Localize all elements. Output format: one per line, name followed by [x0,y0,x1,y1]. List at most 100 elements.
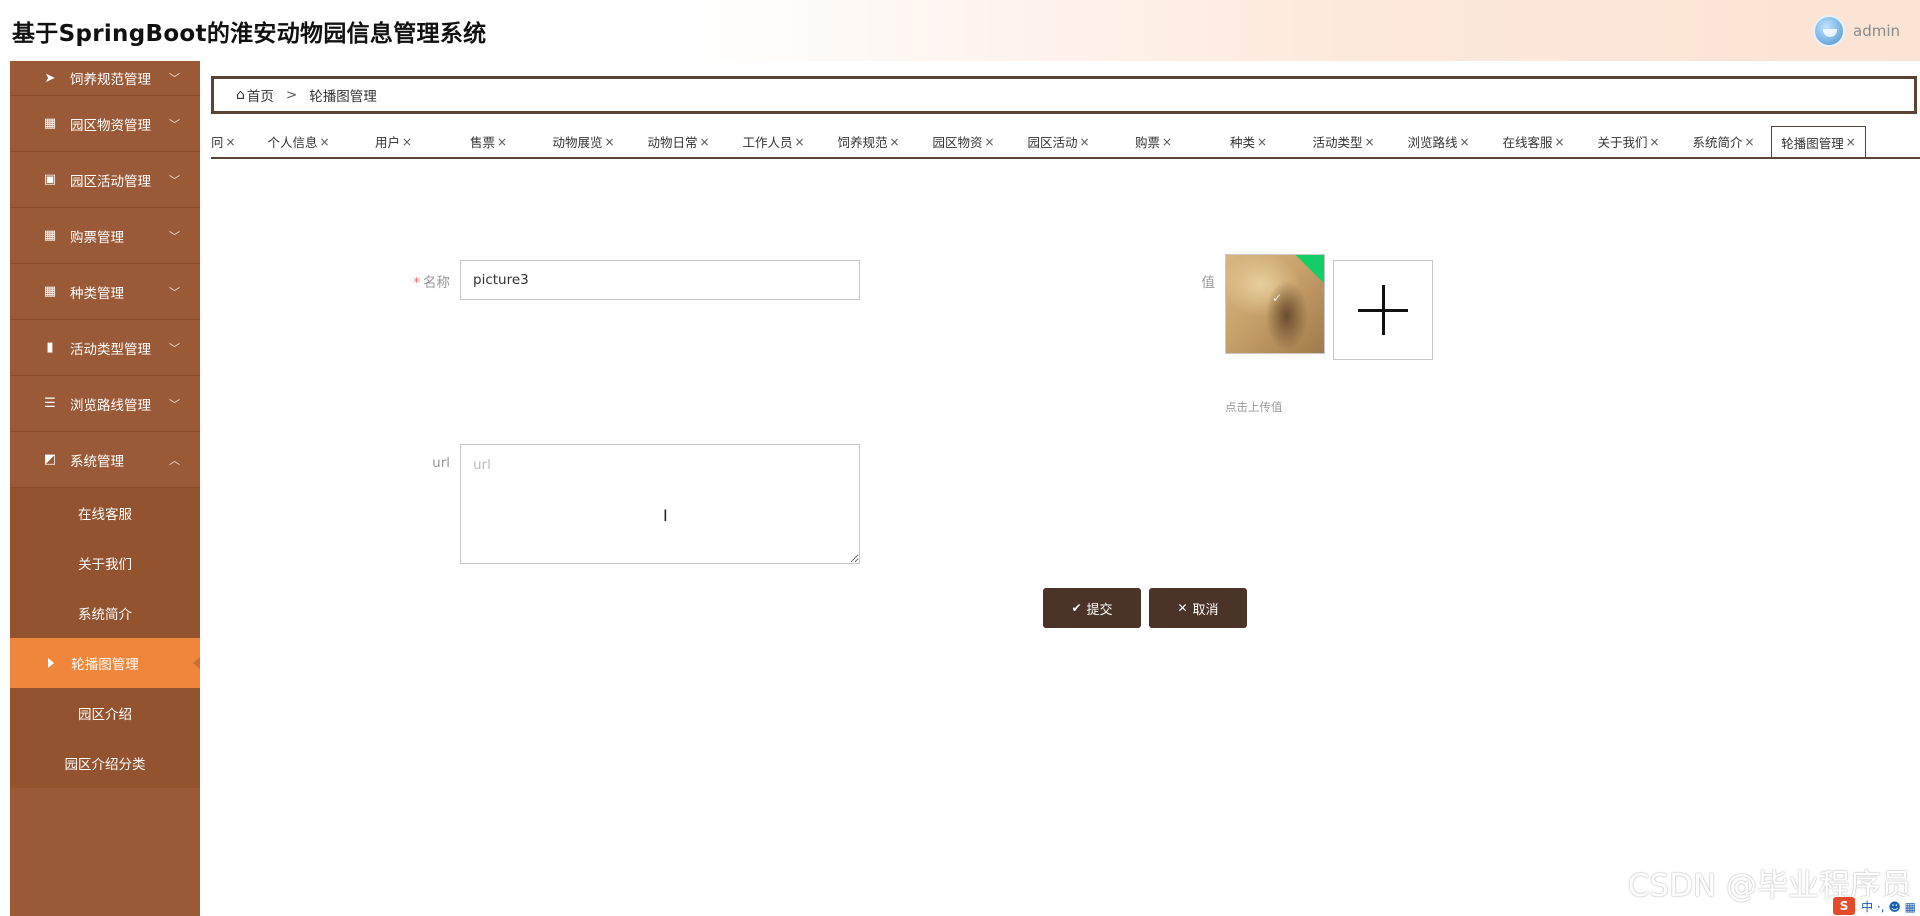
tag-item[interactable]: 园区活动 × [1011,126,1106,157]
sidebar-spacer [10,788,200,906]
tag-item[interactable]: 种类 × [1201,126,1296,157]
tag-item[interactable]: 冋 × [211,126,251,157]
tag-item-active[interactable]: 轮播图管理 × [1771,126,1866,157]
close-icon[interactable]: × [402,135,412,149]
cancel-button-label: 取消 [1192,602,1219,618]
sidebar-subitem-label: 轮播图管理 [71,657,139,673]
close-icon[interactable]: × [699,135,709,149]
sidebar-item-ticket-purchase[interactable]: ▦ 购票管理 ﹀ [10,208,200,264]
plus-icon [1358,285,1408,335]
close-icon[interactable]: × [984,135,994,149]
tag-label: 售票 [469,135,495,150]
close-icon[interactable]: × [1744,135,1754,149]
close-icon[interactable]: × [226,135,236,149]
sidebar: ➤ 饲养规范管理 ﹀ ▦ 园区物资管理 ﹀ ▣ 园区活动管理 ﹀ ▦ 购票管理 … [10,61,200,916]
tag-label: 购票 [1134,135,1160,150]
sidebar-item-park-supplies[interactable]: ▦ 园区物资管理 ﹀ [10,96,200,152]
home-icon[interactable]: ⌂ [236,87,245,103]
ime-logo-icon[interactable]: S [1833,897,1856,915]
sidebar-subitem-online-service[interactable]: 在线客服 [10,488,200,538]
sidebar-subitem-carousel[interactable]: 轮播图管理 [10,638,200,688]
close-icon[interactable]: × [1364,135,1374,149]
tag-item[interactable]: 关于我们 × [1581,126,1676,157]
sidebar-subitem-system-intro[interactable]: 系统简介 [10,588,200,638]
top-header: 基于SpringBoot的淮安动物园信息管理系统 admin [0,0,1920,61]
required-mark: * [413,275,420,291]
tag-item[interactable]: 系统简介 × [1676,126,1771,157]
cancel-button[interactable]: ✕ 取消 [1149,588,1247,628]
sidebar-subitem-park-intro[interactable]: 园区介绍 [10,688,200,738]
close-icon[interactable]: × [1649,135,1659,149]
sidebar-item-label: 园区活动管理 [70,173,151,190]
url-label: url [432,455,450,471]
tag-item[interactable]: 饲养规范 × [821,126,916,157]
tag-item[interactable]: 个人信息 × [251,126,346,157]
breadcrumb-home[interactable]: 首页 [247,85,274,105]
chevron-down-icon: ﹀ [169,117,180,131]
name-input[interactable] [460,260,860,300]
sidebar-item-park-activity[interactable]: ▣ 园区活动管理 ﹀ [10,152,200,208]
uploaded-image-thumbnail[interactable]: ✓ [1225,254,1325,354]
chevron-down-icon: ﹀ [169,397,180,411]
ime-status[interactable]: 中 ·, ☻ ▦ [1861,898,1916,915]
chevron-down-icon: ﹀ [169,229,180,243]
tag-item[interactable]: 在线客服 × [1486,126,1581,157]
tag-item[interactable]: 动物展览 × [536,126,631,157]
sidebar-item-browse-route[interactable]: ☰ 浏览路线管理 ﹀ [10,376,200,432]
tags-bar: 冋 × 个人信息 × 用户 × 售票 × 动物展览 × 动物日常 × 工作人员 × 饲养规范 ×… [211,125,1920,159]
tag-item[interactable]: 活动类型 × [1296,126,1391,157]
tag-label: 个人信息 [267,135,318,150]
close-icon[interactable]: × [1459,135,1469,149]
close-icon[interactable]: × [604,135,614,149]
close-icon[interactable]: × [319,135,329,149]
submit-button[interactable]: ✔ 提交 [1043,588,1141,628]
avatar[interactable] [1813,14,1845,47]
sidebar-item-system[interactable]: ◩ 系统管理 ︿ [10,432,200,488]
tag-label: 在线客服 [1502,135,1553,150]
tag-item[interactable]: 浏览路线 × [1391,126,1486,157]
tag-label: 系统简介 [1692,135,1743,150]
tag-label: 饲养规范 [837,135,888,150]
sidebar-item-label: 浏览路线管理 [70,397,151,414]
ime-toolbar[interactable]: S 中 ·, ☻ ▦ [1833,897,1916,915]
tag-label: 用户 [374,135,400,150]
tag-label: 工作人员 [742,135,793,150]
breadcrumb-current: 轮播图管理 [309,89,377,105]
tag-label: 园区活动 [1027,135,1078,150]
caret-right-icon [48,658,54,668]
sidebar-item-activity-type[interactable]: ▮ 活动类型管理 ﹀ [10,320,200,376]
close-icon[interactable]: × [1162,135,1172,149]
chevron-down-icon: ﹀ [169,341,180,355]
close-icon[interactable]: × [889,135,899,149]
check-icon: ✔ [1071,601,1082,615]
close-icon[interactable]: × [497,135,507,149]
name-label: * 名称 [400,271,450,291]
upload-button[interactable] [1333,260,1433,360]
close-icon[interactable]: × [794,135,804,149]
close-icon[interactable]: × [1846,135,1856,149]
sidebar-item-feeding-spec[interactable]: ➤ 饲养规范管理 ﹀ [10,61,200,96]
close-icon[interactable]: × [1257,135,1267,149]
sidebar-subitem-about-us[interactable]: 关于我们 [10,538,200,588]
tag-item[interactable]: 动物日常 × [631,126,726,157]
close-icon[interactable]: × [1554,135,1564,149]
tag-label: 园区物资 [932,135,983,150]
grid-icon: ▦ [43,228,57,243]
tag-item[interactable]: 售票 × [441,126,536,157]
user-menu[interactable]: admin [1813,14,1900,47]
close-icon[interactable]: × [1079,135,1089,149]
username[interactable]: admin [1853,22,1900,40]
sidebar-item-label: 园区物资管理 [70,117,151,134]
tag-item[interactable]: 用户 × [346,126,441,157]
sidebar-item-label: 活动类型管理 [70,341,151,358]
tag-item[interactable]: 工作人员 × [726,126,821,157]
list-icon: ☰ [44,396,56,411]
tag-item[interactable]: 园区物资 × [916,126,1011,157]
value-label: 值 [1201,275,1216,291]
url-textarea[interactable] [460,444,860,564]
tag-item[interactable]: 购票 × [1106,126,1201,157]
sidebar-subitem-park-intro-category[interactable]: 园区介绍分类 [10,738,200,788]
chevron-up-icon: ︿ [169,453,180,467]
grid-icon: ▦ [43,116,57,131]
sidebar-item-species[interactable]: ▦ 种类管理 ﹀ [10,264,200,320]
